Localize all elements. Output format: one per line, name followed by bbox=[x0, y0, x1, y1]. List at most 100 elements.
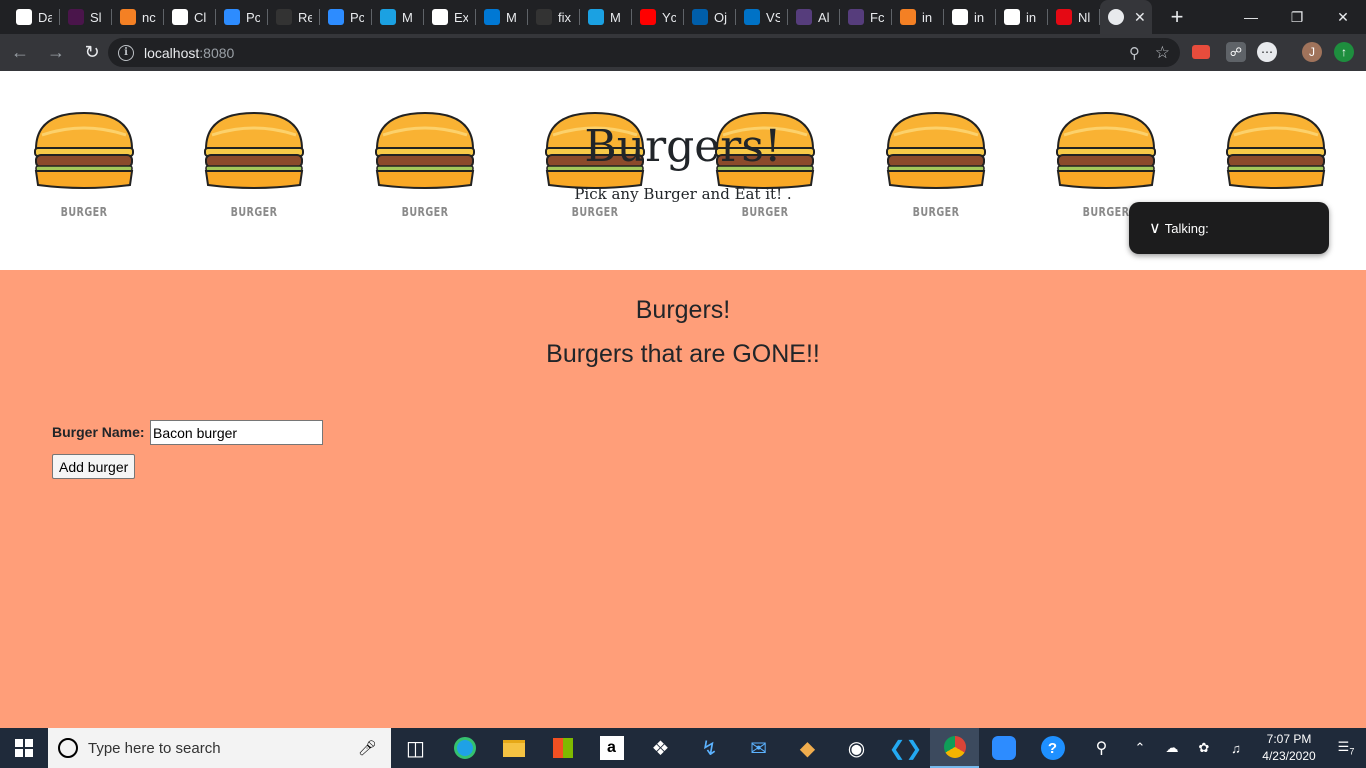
devoured-heading: Burgers that are GONE!! bbox=[546, 340, 820, 368]
site-info-icon[interactable]: i bbox=[118, 44, 134, 61]
browser-tab[interactable]: Ex bbox=[424, 0, 476, 34]
chrome-icon[interactable] bbox=[930, 728, 979, 768]
browser-tab[interactable]: Sl bbox=[60, 0, 112, 34]
task-view-icon[interactable]: ◫ bbox=[391, 728, 440, 768]
tab-title: Ex bbox=[454, 9, 468, 25]
add-burger-button[interactable]: Add burger bbox=[52, 454, 136, 479]
browser-tab[interactable]: Oj bbox=[684, 0, 736, 34]
chevron-up-icon[interactable]: ⌃ bbox=[1124, 740, 1156, 756]
back-button[interactable]: ← bbox=[4, 37, 36, 69]
browser-tab[interactable]: M bbox=[580, 0, 632, 34]
browser-tab[interactable]: in bbox=[944, 0, 996, 34]
camera-icon bbox=[172, 9, 188, 25]
amazon-icon[interactable]: a bbox=[587, 728, 636, 768]
cortana-icon bbox=[58, 738, 78, 758]
tab-title: Oj bbox=[714, 9, 727, 25]
ublock-extension-icon[interactable]: ☍ bbox=[1226, 42, 1246, 62]
burger-caption: BURGER bbox=[571, 205, 619, 219]
browser-tab[interactable]: fix bbox=[528, 0, 580, 34]
youtube-icon bbox=[640, 9, 656, 25]
browser-tab[interactable]: nc bbox=[112, 0, 164, 34]
browser-tab[interactable]: Re bbox=[268, 0, 320, 34]
tab-title: Pc bbox=[350, 9, 364, 25]
burger-name-input[interactable] bbox=[150, 420, 323, 445]
browser-tab[interactable]: M bbox=[372, 0, 424, 34]
burger-caption: BURGER bbox=[912, 205, 959, 219]
browser-tab[interactable]: Cl bbox=[164, 0, 216, 34]
page-heading: Burgers! bbox=[635, 296, 731, 324]
github-icon bbox=[276, 9, 292, 25]
tab-title: Re bbox=[298, 9, 312, 25]
browser-tab[interactable]: VS bbox=[736, 0, 788, 34]
taskbar-search-box[interactable]: Type here to search 🎤︎ bbox=[48, 728, 391, 768]
browser-tab[interactable]: in bbox=[892, 0, 944, 34]
git-icon[interactable]: ◆ bbox=[783, 728, 832, 768]
tab-list: Da Sl nc Cl Pc Re Pc M Ex Mfix M Yc Oj VS Al Fc in in in Nl… bbox=[0, 0, 1194, 34]
people-icon[interactable]: ⚲ bbox=[1077, 728, 1126, 768]
tab-title: Pc bbox=[246, 9, 260, 25]
zoom-app-icon[interactable] bbox=[979, 728, 1028, 768]
screencast-extension-icon[interactable] bbox=[1192, 45, 1210, 59]
browser-tab[interactable]: Yc bbox=[632, 0, 684, 34]
talking-widget[interactable]: ∨ Talking: bbox=[1129, 202, 1329, 254]
clock-time: 7:07 PM bbox=[1266, 732, 1312, 746]
browser-tab[interactable]: Al bbox=[788, 0, 840, 34]
onedrive-icon[interactable]: ☁ bbox=[1156, 740, 1188, 756]
wifi-icon[interactable]: ✿ bbox=[1188, 740, 1220, 756]
browser-tab[interactable]: Nl bbox=[1048, 0, 1100, 34]
browser-toolbar: ← → ↻ i localhost:8080 ⚲ ☆ ☍ ⋯ J ↑ bbox=[0, 34, 1366, 71]
notifications-icon[interactable]: ☰7 bbox=[1326, 739, 1366, 757]
restore-button[interactable]: ❐ bbox=[1274, 0, 1320, 34]
github-desktop-icon[interactable]: ◉ bbox=[832, 728, 881, 768]
mail-icon[interactable]: ✉ bbox=[734, 728, 783, 768]
volume-icon[interactable]: ♫ bbox=[1220, 741, 1252, 756]
browser-tab[interactable]: Pc bbox=[320, 0, 372, 34]
close-window-button[interactable]: ✕ bbox=[1320, 0, 1366, 34]
minimize-button[interactable]: — bbox=[1228, 0, 1274, 34]
reload-button[interactable]: ↻ bbox=[76, 37, 108, 69]
vscode-icon[interactable]: ❮❯ bbox=[881, 728, 930, 768]
update-icon[interactable]: ↑ bbox=[1334, 42, 1354, 62]
ex-icon bbox=[432, 9, 448, 25]
visual-studio-icon[interactable]: ↯ bbox=[685, 728, 734, 768]
github-icon bbox=[536, 9, 552, 25]
address-bar[interactable]: i localhost:8080 ⚲ ☆ bbox=[108, 38, 1180, 67]
browser-tab[interactable]: Da bbox=[8, 0, 60, 34]
extension-icon[interactable]: ⋯ bbox=[1257, 42, 1277, 62]
browser-tab[interactable]: M bbox=[476, 0, 528, 34]
help-icon[interactable]: ? bbox=[1028, 728, 1077, 768]
profile-avatar[interactable]: J bbox=[1302, 42, 1322, 62]
tab-title: M bbox=[610, 9, 621, 25]
active-tab[interactable]: ✕ bbox=[1100, 0, 1152, 34]
search-placeholder: Type here to search bbox=[88, 739, 221, 757]
new-tab-button[interactable]: + bbox=[1160, 0, 1194, 34]
forward-button[interactable]: → bbox=[40, 37, 72, 69]
clock[interactable]: 7:07 PM 4/23/2020 bbox=[1252, 731, 1326, 765]
browser-tab[interactable]: in bbox=[996, 0, 1048, 34]
tab-title: VS bbox=[766, 9, 780, 25]
tab-title: in bbox=[974, 9, 985, 25]
tab-title: M bbox=[506, 9, 517, 25]
microphone-icon[interactable]: 🎤︎ bbox=[358, 739, 377, 757]
edge-icon[interactable] bbox=[440, 728, 489, 768]
zoom-icon bbox=[328, 9, 344, 25]
tab-title: nc bbox=[142, 9, 156, 25]
browser-tab[interactable]: Fc bbox=[840, 0, 892, 34]
burger-caption: BURGER bbox=[60, 205, 108, 219]
close-tab-icon[interactable]: ✕ bbox=[1134, 9, 1146, 26]
tab-title: in bbox=[922, 9, 933, 25]
outlook-icon bbox=[484, 9, 500, 25]
globe-icon bbox=[952, 9, 968, 25]
store-icon[interactable] bbox=[538, 728, 587, 768]
globe-icon bbox=[1108, 9, 1124, 25]
bookmark-star-icon[interactable]: ☆ bbox=[1155, 43, 1170, 63]
browser-tab[interactable]: Pc bbox=[216, 0, 268, 34]
zoom-icon[interactable]: ⚲ bbox=[1129, 44, 1140, 62]
clock-date: 4/23/2020 bbox=[1262, 749, 1316, 763]
file-explorer-icon[interactable] bbox=[489, 728, 538, 768]
browser-tab-strip: Da Sl nc Cl Pc Re Pc M Ex Mfix M Yc Oj VS Al Fc in in in Nl… bbox=[0, 0, 1366, 34]
start-button[interactable] bbox=[0, 728, 48, 768]
d-icon bbox=[744, 9, 760, 25]
dropbox-icon[interactable]: ❖ bbox=[636, 728, 685, 768]
profile-initial: J bbox=[1309, 45, 1315, 59]
